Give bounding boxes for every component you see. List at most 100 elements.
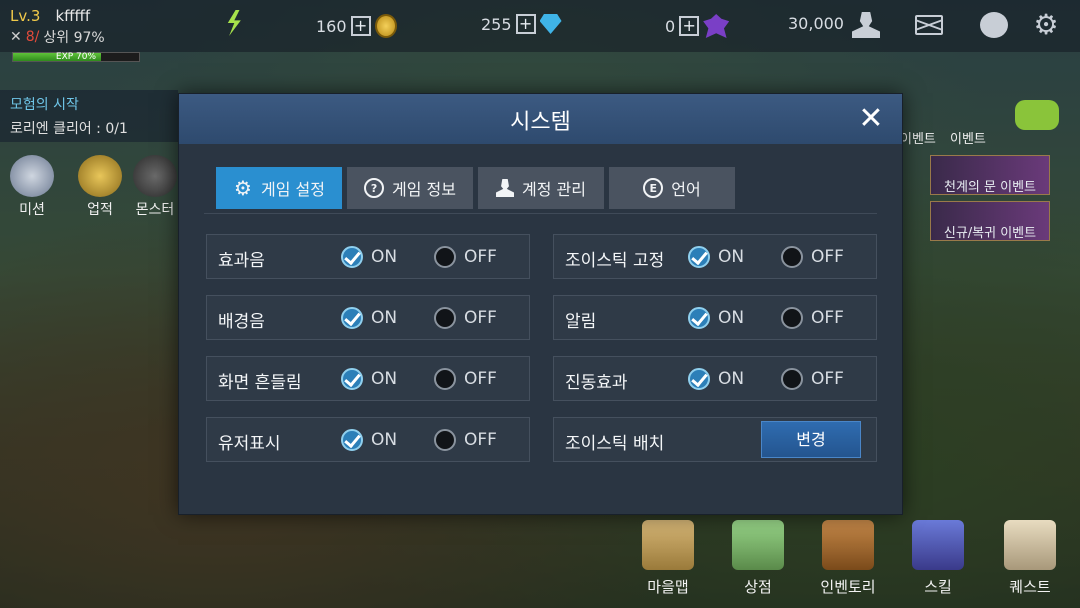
setting-label: 조이스틱 고정 [565, 251, 665, 271]
off-label: OFF [464, 369, 497, 389]
change-joystick-layout-button[interactable]: 변경 [761, 421, 861, 458]
friends-icon[interactable] [852, 12, 880, 38]
joystick-fix-on-radio[interactable]: ON [688, 246, 744, 268]
friend-points-value: 30,000 [788, 14, 844, 33]
quest-tracker[interactable]: 모험의 시작 로리엔 클리어 : 0/1 [0, 90, 178, 142]
user-display-off-radio[interactable]: OFF [434, 429, 497, 451]
setting-row-joystick-layout: 조이스틱 배치 변경 [553, 417, 877, 462]
monster-menu[interactable]: 몬스터 [125, 155, 185, 219]
screen-shake-on-radio[interactable]: ON [341, 368, 397, 390]
stamina-bolt-icon [227, 10, 241, 36]
add-gold-button[interactable]: + [350, 16, 371, 36]
notifications-on-radio[interactable]: ON [688, 307, 744, 329]
event-label-1[interactable]: 이벤트 [900, 128, 936, 147]
achievement-label: 업적 [87, 202, 113, 218]
mission-menu[interactable]: 미션 [2, 155, 62, 219]
add-diamond-button[interactable]: + [515, 14, 536, 34]
gold-coin-icon [374, 14, 397, 38]
gear-icon[interactable]: ⚙ [1032, 11, 1060, 39]
vibration-on-radio[interactable]: ON [688, 368, 744, 390]
add-crystal-button[interactable]: + [679, 16, 700, 36]
close-icon: ✕ [858, 101, 884, 136]
gold-value: 160 [316, 16, 347, 36]
shop-stall-icon [732, 520, 784, 570]
bgm-on-radio[interactable]: ON [341, 307, 397, 329]
off-label: OFF [464, 430, 497, 450]
inventory-button[interactable]: 인벤토리 [808, 520, 888, 597]
tabs-divider [204, 213, 877, 214]
tab-game-settings[interactable]: ⚙ 게임 설정 [216, 167, 342, 209]
shop-button[interactable]: 상점 [718, 520, 798, 597]
mission-label: 미션 [19, 202, 45, 218]
crossed-swords-icon: ✕ [10, 29, 22, 45]
language-e-icon: E [643, 178, 664, 198]
unchecked-radio-icon [434, 246, 456, 268]
monster-label: 몬스터 [135, 202, 175, 218]
off-label: OFF [464, 308, 497, 328]
on-label: ON [371, 430, 398, 450]
setting-row-bgm: 배경음 ON OFF [206, 295, 530, 340]
screen-shake-off-radio[interactable]: OFF [434, 368, 497, 390]
tab-account[interactable]: 계정 관리 [478, 167, 604, 209]
on-label: ON [371, 247, 398, 267]
town-map-button[interactable]: 마을맵 [628, 520, 708, 597]
setting-label: 화면 흔들림 [218, 373, 302, 393]
returning-user-event-banner[interactable]: 신규/복귀 이벤트 [930, 201, 1050, 241]
sound-effects-on-radio[interactable]: ON [341, 246, 397, 268]
quest-button[interactable]: 퀘스트 [990, 520, 1070, 597]
achievement-menu[interactable]: 업적 [70, 155, 130, 219]
monster-book-icon [133, 155, 177, 197]
skill-label: 스킬 [924, 578, 952, 596]
quest-scroll-icon [1004, 520, 1056, 570]
sound-effects-off-radio[interactable]: OFF [434, 246, 497, 268]
shop-label: 상점 [744, 578, 772, 596]
tab-language-label: 언어 [671, 180, 701, 199]
player-info[interactable]: Lv.3 kfffff ✕ 8/ 상위 97% [10, 6, 160, 47]
quest-progress: 로리엔 클리어 : 0/1 [10, 121, 128, 137]
setting-row-sound-effects: 효과음 ON OFF [206, 234, 530, 279]
tab-game-settings-label: 게임 설정 [261, 180, 325, 199]
player-name: kfffff [55, 7, 91, 25]
unchecked-radio-icon [781, 368, 803, 390]
rank-percent: 상위 97% [43, 30, 105, 46]
on-label: ON [718, 308, 745, 328]
checked-radio-icon [341, 368, 363, 390]
checked-radio-icon [341, 246, 363, 268]
tab-language[interactable]: E 언어 [609, 167, 735, 209]
chat-icon[interactable] [980, 12, 1008, 38]
skill-button[interactable]: 스킬 [898, 520, 978, 597]
joystick-fix-off-radio[interactable]: OFF [781, 246, 844, 268]
tab-game-info[interactable]: ? 게임 정보 [347, 167, 473, 209]
on-label: ON [718, 247, 745, 267]
off-label: OFF [464, 247, 497, 267]
setting-label: 유저표시 [218, 434, 281, 454]
notifications-off-radio[interactable]: OFF [781, 307, 844, 329]
mail-icon[interactable] [915, 15, 943, 35]
close-button[interactable]: ✕ [854, 102, 888, 136]
off-label: OFF [811, 369, 844, 389]
heaven-gate-event-banner[interactable]: 천계의 문 이벤트 [930, 155, 1050, 195]
unchecked-radio-icon [434, 368, 456, 390]
gamepad-icon[interactable] [1015, 100, 1059, 130]
tab-game-info-label: 게임 정보 [392, 180, 456, 199]
checked-radio-icon [688, 368, 710, 390]
checked-radio-icon [688, 246, 710, 268]
achievement-medal-icon [78, 155, 122, 197]
system-dialog: 시스템 ✕ ⚙ 게임 설정 ? 게임 정보 계정 관리 E 언어 효과음 ON … [178, 93, 903, 515]
bgm-off-radio[interactable]: OFF [434, 307, 497, 329]
quest-label: 퀘스트 [1009, 578, 1051, 596]
unchecked-radio-icon [434, 429, 456, 451]
currency-diamond: 255 + [481, 14, 562, 34]
diamond-value: 255 [481, 14, 512, 34]
vibration-off-radio[interactable]: OFF [781, 368, 844, 390]
event-label-2[interactable]: 이벤트 [950, 128, 986, 147]
purple-crystal-icon [703, 14, 730, 38]
backpack-icon [822, 520, 874, 570]
setting-label: 진동효과 [565, 373, 628, 393]
unchecked-radio-icon [781, 246, 803, 268]
inventory-label: 인벤토리 [820, 578, 876, 596]
checked-radio-icon [341, 429, 363, 451]
user-display-on-radio[interactable]: ON [341, 429, 397, 451]
checked-radio-icon [688, 307, 710, 329]
on-label: ON [371, 369, 398, 389]
